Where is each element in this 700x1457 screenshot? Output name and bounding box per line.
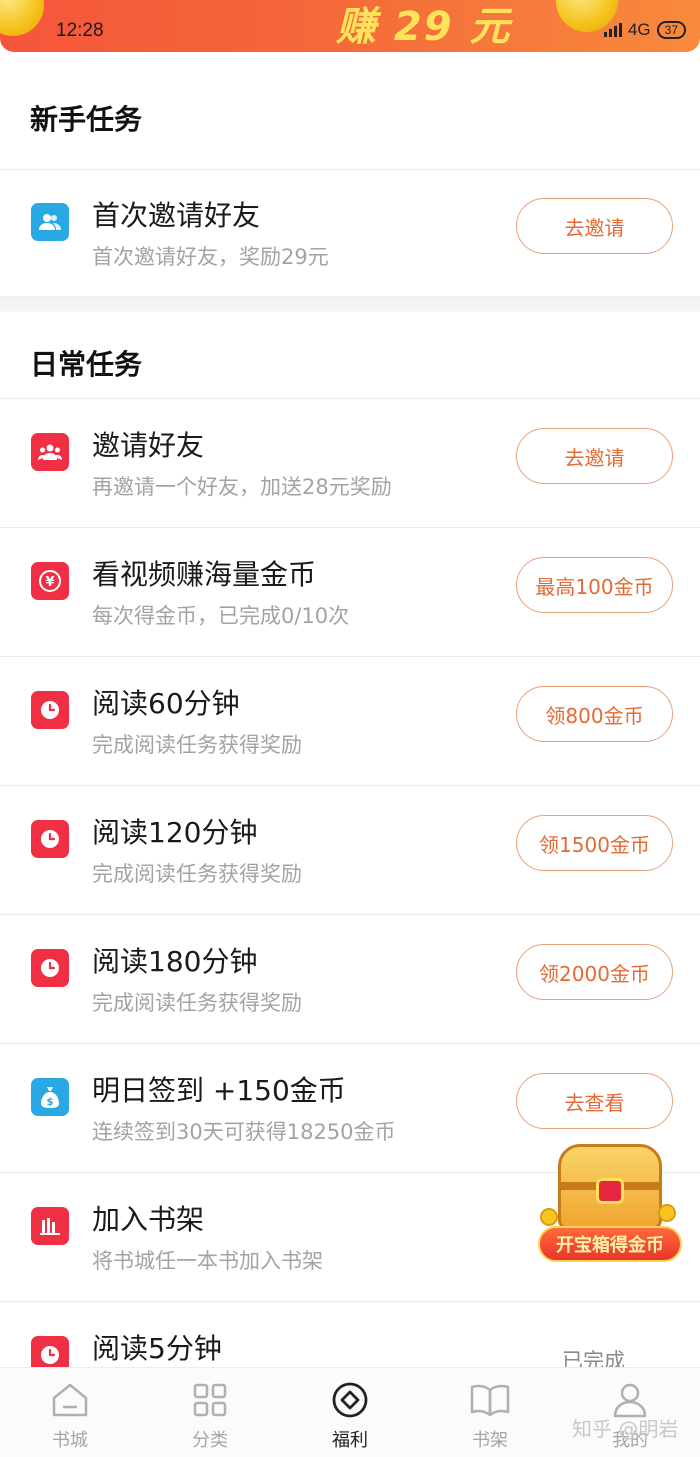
task-desc: 完成阅读任务获得奖励 bbox=[92, 862, 302, 886]
money-bag-icon: $ bbox=[31, 1078, 69, 1116]
status-time: 12:28 bbox=[56, 20, 104, 41]
task-row[interactable]: 首次邀请好友 首次邀请好友，奖励29元 去邀请 bbox=[0, 170, 700, 298]
section-title-daily: 日常任务 bbox=[30, 348, 143, 381]
nav-label: 福利 bbox=[332, 1430, 368, 1451]
nav-label: 书城 bbox=[52, 1430, 88, 1451]
bottom-nav: 书城 分类 福利 书架 我的 bbox=[0, 1367, 700, 1457]
status-indicators: 4G 37 bbox=[603, 20, 686, 40]
section-separator bbox=[0, 296, 700, 312]
task-desc: 完成阅读任务获得奖励 bbox=[92, 991, 302, 1015]
users-icon bbox=[31, 433, 69, 471]
divider bbox=[0, 527, 700, 528]
task-row[interactable]: ¥ 看视频赚海量金币 每次得金币，已完成0/10次 最高100金币 bbox=[0, 529, 700, 657]
task-title: 阅读5分钟 bbox=[92, 1332, 222, 1365]
divider bbox=[0, 1301, 700, 1302]
task-desc: 连续签到30天可获得18250金币 bbox=[92, 1120, 396, 1144]
banner-text: 赚 29 元 bbox=[336, 4, 512, 50]
divider bbox=[0, 1043, 700, 1044]
divider bbox=[0, 398, 700, 399]
divider bbox=[0, 785, 700, 786]
task-desc: 将书城任一本书加入书架 bbox=[92, 1249, 323, 1273]
task-title: 看视频赚海量金币 bbox=[92, 558, 317, 591]
svg-text:$: $ bbox=[47, 1097, 54, 1108]
task-row[interactable]: 邀请好友 再邀请一个好友，加送28元奖励 去邀请 bbox=[0, 400, 700, 528]
watermark: 知乎 @明岩 bbox=[572, 1417, 679, 1441]
nav-item-welfare[interactable]: 福利 bbox=[280, 1368, 420, 1457]
view-checkin-button[interactable]: 去查看 bbox=[516, 1073, 673, 1129]
category-grid-icon bbox=[190, 1380, 230, 1420]
clock-icon bbox=[31, 1336, 69, 1367]
task-row[interactable]: 阅读60分钟 完成阅读任务获得奖励 领800金币 bbox=[0, 658, 700, 786]
coin-decoration-icon bbox=[0, 0, 44, 36]
divider bbox=[0, 656, 700, 657]
task-title: 阅读60分钟 bbox=[92, 687, 240, 720]
nav-item-category[interactable]: 分类 bbox=[140, 1368, 280, 1457]
invite-button[interactable]: 去邀请 bbox=[516, 428, 673, 484]
yuan-coin-icon: ¥ bbox=[31, 562, 69, 600]
clock-icon bbox=[31, 691, 69, 729]
claim-coins-button[interactable]: 领1500金币 bbox=[516, 815, 673, 871]
coin-icon bbox=[540, 1208, 558, 1226]
task-title: 明日签到 +150金币 bbox=[92, 1074, 346, 1107]
battery-icon: 37 bbox=[656, 21, 686, 39]
signal-icon bbox=[603, 23, 622, 37]
user-group-icon bbox=[31, 203, 69, 241]
task-row[interactable]: 阅读120分钟 完成阅读任务获得奖励 领1500金币 bbox=[0, 787, 700, 915]
clock-icon bbox=[31, 820, 69, 858]
task-desc: 完成阅读任务获得奖励 bbox=[92, 733, 302, 757]
claim-coins-button[interactable]: 领800金币 bbox=[516, 686, 673, 742]
bookshelf-icon bbox=[31, 1207, 69, 1245]
divider bbox=[0, 914, 700, 915]
task-title: 加入书架 bbox=[92, 1203, 205, 1236]
treasure-chest-label: 开宝箱得金币 bbox=[538, 1226, 682, 1262]
task-desc: 每次得金币，已完成0/10次 bbox=[92, 604, 350, 628]
clock-icon bbox=[31, 949, 69, 987]
welfare-coin-icon bbox=[330, 1380, 370, 1420]
treasure-chest-button[interactable]: 开宝箱得金币 bbox=[534, 1138, 686, 1266]
nav-label: 分类 bbox=[192, 1430, 228, 1451]
claim-coins-button[interactable]: 领2000金币 bbox=[516, 944, 673, 1000]
promo-banner[interactable]: 赚 29 元 12:28 4G 37 bbox=[0, 0, 700, 52]
watch-video-button[interactable]: 最高100金币 bbox=[516, 557, 673, 613]
home-icon bbox=[50, 1380, 90, 1420]
task-desc: 再邀请一个好友，加送28元奖励 bbox=[92, 475, 392, 499]
coin-icon bbox=[658, 1204, 676, 1222]
task-title: 阅读180分钟 bbox=[92, 945, 258, 978]
book-icon bbox=[470, 1380, 510, 1420]
task-title: 邀请好友 bbox=[92, 429, 205, 462]
heart-lock-icon bbox=[596, 1178, 624, 1204]
task-desc: 首次邀请好友，奖励29元 bbox=[92, 245, 329, 269]
section-title-newbie: 新手任务 bbox=[30, 103, 143, 136]
svg-text:¥: ¥ bbox=[45, 575, 54, 590]
invite-button[interactable]: 去邀请 bbox=[516, 198, 673, 254]
task-row[interactable]: 阅读180分钟 完成阅读任务获得奖励 领2000金币 bbox=[0, 916, 700, 1044]
nav-label: 书架 bbox=[472, 1430, 508, 1451]
network-label: 4G bbox=[627, 20, 651, 39]
nav-item-bookstore[interactable]: 书城 bbox=[0, 1368, 140, 1457]
task-title: 阅读120分钟 bbox=[92, 816, 258, 849]
task-title: 首次邀请好友 bbox=[92, 199, 261, 232]
nav-item-bookshelf[interactable]: 书架 bbox=[420, 1368, 560, 1457]
